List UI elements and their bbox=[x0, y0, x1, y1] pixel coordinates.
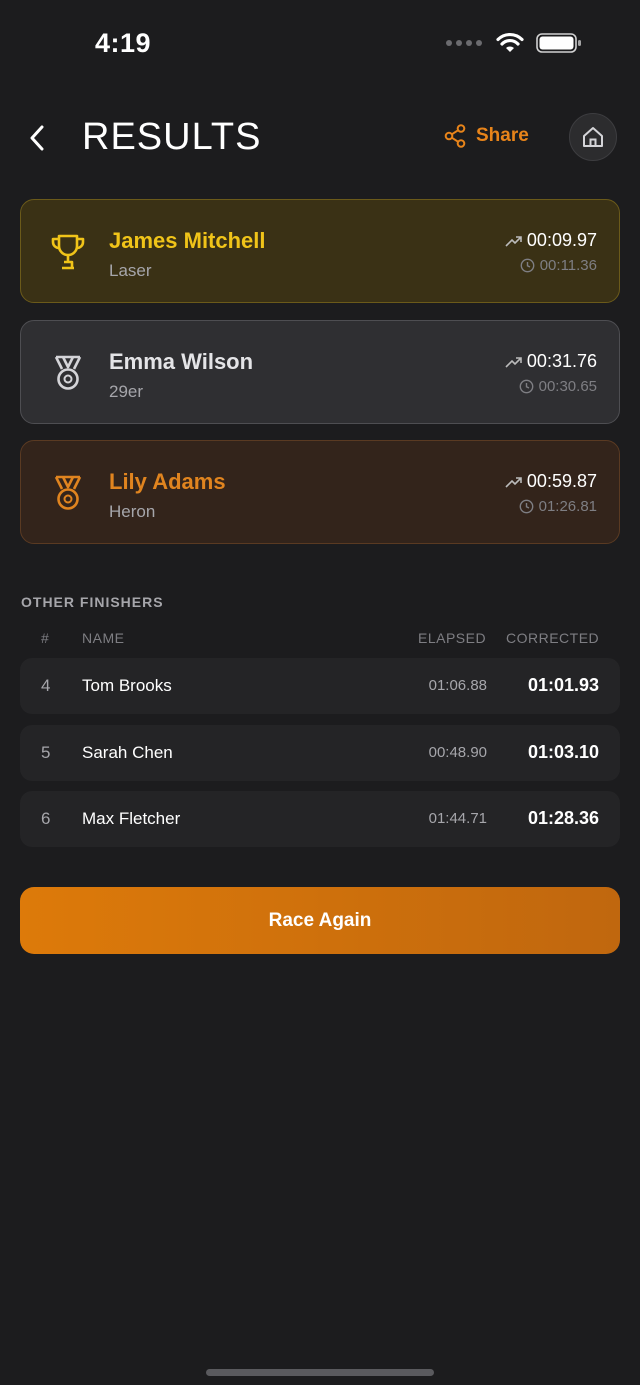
status-time: 4:19 bbox=[95, 28, 152, 58]
row-rank: 5 bbox=[41, 743, 51, 762]
podium-name: Lily Adams bbox=[109, 469, 226, 494]
home-indicator bbox=[206, 1369, 434, 1376]
column-header-rank: # bbox=[41, 630, 50, 646]
row-corrected: 01:01.93 bbox=[527, 675, 599, 695]
page-title: RESULTS bbox=[82, 116, 262, 158]
status-bar: 4:19 bbox=[0, 0, 640, 90]
table-row[interactable]: 4 Tom Brooks 01:06.88 01:01.93 bbox=[20, 658, 620, 714]
podium-boat-class: Heron bbox=[109, 502, 156, 521]
column-header-corrected: CORRECTED bbox=[506, 630, 600, 646]
podium-name: Emma Wilson bbox=[109, 349, 254, 374]
podium-corrected: 01:26.81 bbox=[519, 498, 597, 515]
trending-up-icon bbox=[505, 476, 522, 488]
podium-corrected: 00:11.36 bbox=[520, 257, 597, 274]
signal-icon bbox=[446, 40, 482, 46]
row-corrected: 01:28.36 bbox=[527, 808, 599, 828]
home-button[interactable] bbox=[569, 113, 617, 161]
clock-icon bbox=[519, 379, 534, 394]
row-rank: 4 bbox=[41, 676, 51, 695]
home-icon bbox=[583, 127, 603, 147]
table-row[interactable]: 5 Sarah Chen 00:48.90 01:03.10 bbox=[20, 725, 620, 781]
clock-icon bbox=[519, 499, 534, 514]
section-label: OTHER FINISHERS bbox=[21, 594, 164, 610]
podium-name: James Mitchell bbox=[109, 228, 266, 253]
medal-bronze-icon bbox=[54, 475, 82, 510]
row-rank: 6 bbox=[41, 809, 51, 828]
podium-elapsed: 00:31.76 bbox=[505, 351, 597, 372]
trending-up-icon bbox=[505, 235, 522, 247]
row-name: Sarah Chen bbox=[82, 743, 173, 762]
column-header-elapsed: ELAPSED bbox=[418, 630, 487, 646]
share-label: Share bbox=[476, 125, 529, 146]
status-indicators bbox=[446, 32, 582, 54]
row-elapsed: 01:44.71 bbox=[428, 810, 487, 827]
race-again-button[interactable]: Race Again bbox=[20, 887, 620, 954]
row-corrected: 01:03.10 bbox=[527, 742, 599, 762]
wifi-icon bbox=[496, 32, 524, 52]
row-name: Tom Brooks bbox=[82, 676, 172, 695]
podium-elapsed: 00:09.97 bbox=[505, 230, 597, 251]
trophy-icon bbox=[51, 234, 85, 270]
share-icon bbox=[444, 124, 466, 148]
clock-icon bbox=[520, 258, 535, 273]
podium-boat-class: 29er bbox=[109, 382, 144, 401]
back-button[interactable] bbox=[28, 120, 58, 156]
podium-card-second[interactable]: Emma Wilson 29er 00:31.76 00:30.65 bbox=[20, 320, 620, 424]
row-elapsed: 00:48.90 bbox=[428, 744, 487, 761]
header: RESULTS Share bbox=[0, 108, 640, 168]
table-row[interactable]: 6 Max Fletcher 01:44.71 01:28.36 bbox=[20, 791, 620, 847]
share-button[interactable]: Share bbox=[444, 124, 529, 148]
podium-corrected: 00:30.65 bbox=[519, 378, 597, 395]
column-header-name: NAME bbox=[82, 630, 125, 646]
battery-icon bbox=[536, 33, 581, 53]
podium-card-first[interactable]: James Mitchell Laser 00:09.97 00:11.36 bbox=[20, 199, 620, 303]
chevron-left-icon bbox=[30, 125, 44, 151]
podium-card-third[interactable]: Lily Adams Heron 00:59.87 01:26.81 bbox=[20, 440, 620, 544]
row-elapsed: 01:06.88 bbox=[428, 677, 487, 694]
trending-up-icon bbox=[505, 356, 522, 368]
podium-elapsed: 00:59.87 bbox=[505, 471, 597, 492]
podium-boat-class: Laser bbox=[109, 261, 152, 280]
medal-silver-icon bbox=[54, 355, 82, 390]
row-name: Max Fletcher bbox=[82, 809, 181, 828]
